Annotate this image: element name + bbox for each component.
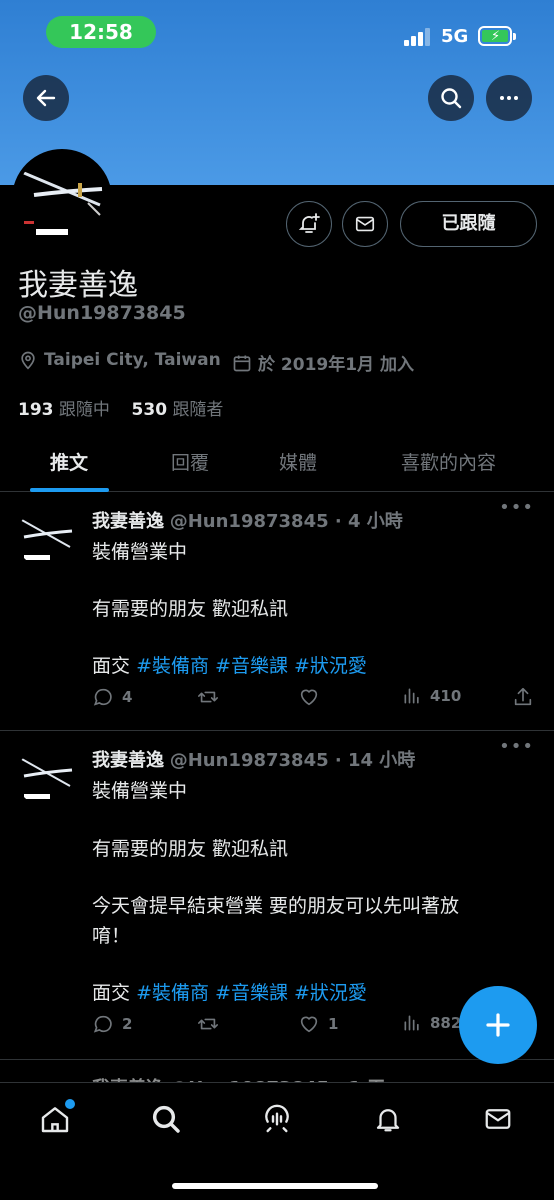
- nav-messages[interactable]: [480, 1101, 516, 1137]
- profile-joined: 於 2019年1月 加入: [232, 350, 414, 375]
- sword-avatar-image: [16, 153, 108, 245]
- tweet-text-line: 裝備營業中: [92, 780, 188, 802]
- following-count-link[interactable]: 193 跟隨中: [18, 400, 110, 420]
- tweet-avatar[interactable]: [16, 748, 74, 806]
- spaces-mic-icon: [265, 1104, 289, 1133]
- tweet-header: 我妻善逸 @Hun19873845 · 14 小時: [92, 750, 416, 771]
- nav-notifications[interactable]: [370, 1101, 406, 1137]
- more-dots-icon: [500, 96, 518, 100]
- reply-button[interactable]: 4: [92, 686, 132, 708]
- status-bar: 12:58 5G ⚡: [0, 0, 554, 60]
- tab-replies[interactable]: 回覆: [171, 448, 209, 475]
- joined-text: 於 2019年1月 加入: [258, 355, 414, 375]
- tweet-text-line: 面交 #裝備商 #音樂課 #狀況愛: [92, 655, 367, 677]
- tab-media[interactable]: 媒體: [279, 448, 317, 475]
- mail-icon: [355, 216, 375, 232]
- tweet-text-line: 今天會提早結束營業 要的朋友可以先叫著放: [92, 895, 460, 917]
- sword-avatar-image: [19, 757, 73, 799]
- reply-button[interactable]: 2: [92, 1013, 132, 1035]
- notification-dot: [65, 1099, 75, 1109]
- heart-icon: [300, 689, 318, 706]
- nav-spaces[interactable]: [259, 1101, 295, 1137]
- tweet-text-line: 有需要的朋友 歡迎私訊: [92, 838, 289, 860]
- tweet-more-icon[interactable]: •••: [499, 736, 534, 757]
- like-button[interactable]: 1: [298, 1013, 338, 1035]
- share-icon: [514, 687, 532, 706]
- notify-bell-button[interactable]: [286, 201, 332, 247]
- battery-icon: ⚡: [478, 26, 516, 46]
- share-button[interactable]: [512, 686, 534, 708]
- profile-location: Taipei City, Taiwan: [18, 350, 221, 370]
- tweet-avatar[interactable]: [16, 509, 74, 567]
- compose-tweet-button[interactable]: [459, 986, 537, 1064]
- hashtag-link[interactable]: #狀況愛: [294, 655, 367, 677]
- reply-icon: [93, 688, 112, 706]
- reply-icon: [93, 1015, 112, 1033]
- network-label: 5G: [441, 26, 469, 47]
- nav-home[interactable]: [37, 1099, 75, 1137]
- tweet-header: 我妻善逸 @Hun19873845 · 4 小時: [92, 511, 403, 532]
- plus-icon: [486, 1013, 510, 1037]
- views-chart-icon: [404, 688, 419, 704]
- search-icon: [152, 1105, 180, 1133]
- follow-counts: 193 跟隨中 530 跟隨者: [18, 395, 223, 420]
- tweet-text-line: 有需要的朋友 歡迎私訊: [92, 598, 289, 620]
- tweet-text-line: 唷！: [92, 925, 131, 947]
- tab-likes[interactable]: 喜歡的內容: [401, 448, 496, 475]
- hashtag-link[interactable]: #音樂課: [215, 982, 288, 1004]
- location-pin-icon: [21, 351, 35, 370]
- home-indicator: [172, 1183, 378, 1189]
- profile-avatar[interactable]: [12, 149, 112, 249]
- views-chart-icon: [404, 1015, 419, 1031]
- status-time: 12:58: [46, 16, 156, 48]
- nav-search[interactable]: [148, 1101, 184, 1137]
- back-arrow-icon: [36, 89, 56, 107]
- following-button[interactable]: 已跟隨: [400, 201, 537, 247]
- hashtag-link[interactable]: #裝備商: [136, 982, 209, 1004]
- bell-plus-icon: [298, 213, 320, 233]
- retweet-icon: [198, 1018, 218, 1030]
- views-button[interactable]: 410: [402, 686, 461, 706]
- followers-count-link[interactable]: 530 跟隨者: [132, 400, 224, 420]
- heart-icon: [300, 1016, 318, 1033]
- back-button[interactable]: [23, 75, 69, 121]
- location-text: Taipei City, Taiwan: [44, 350, 221, 370]
- tab-tweets[interactable]: 推文: [50, 448, 88, 475]
- more-button[interactable]: [486, 75, 532, 121]
- search-button[interactable]: [428, 75, 474, 121]
- calendar-icon: [233, 355, 251, 371]
- signal-icon: [404, 26, 434, 46]
- message-button[interactable]: [342, 201, 388, 247]
- tweet-text-line: 裝備營業中: [92, 541, 188, 563]
- hashtag-link[interactable]: #音樂課: [215, 655, 288, 677]
- retweet-icon: [198, 691, 218, 703]
- sword-avatar-image: [19, 518, 73, 560]
- views-button[interactable]: 882: [402, 1013, 461, 1033]
- hashtag-link[interactable]: #狀況愛: [294, 982, 367, 1004]
- bell-icon: [376, 1109, 400, 1132]
- hashtag-link[interactable]: #裝備商: [136, 655, 209, 677]
- profile-tabs: 推文 回覆 媒體 喜歡的內容: [0, 436, 554, 492]
- tweet-item[interactable]: 我妻善逸 @Hun19873845 · 4 小時 ••• 裝備營業中 有需要的朋…: [0, 493, 554, 731]
- like-button[interactable]: [298, 686, 320, 708]
- tweet-more-icon[interactable]: •••: [499, 497, 534, 518]
- mail-icon: [485, 1109, 511, 1129]
- tweet-actions: 4 410: [0, 686, 554, 716]
- active-tab-indicator: [30, 488, 109, 492]
- search-icon: [441, 88, 462, 109]
- profile-display-name: 我妻善逸: [18, 268, 138, 303]
- retweet-button[interactable]: [196, 686, 220, 708]
- tweet-text-line: 面交 #裝備商 #音樂課 #狀況愛: [92, 982, 367, 1004]
- retweet-button[interactable]: [196, 1013, 220, 1035]
- profile-handle: @Hun19873845: [18, 302, 186, 324]
